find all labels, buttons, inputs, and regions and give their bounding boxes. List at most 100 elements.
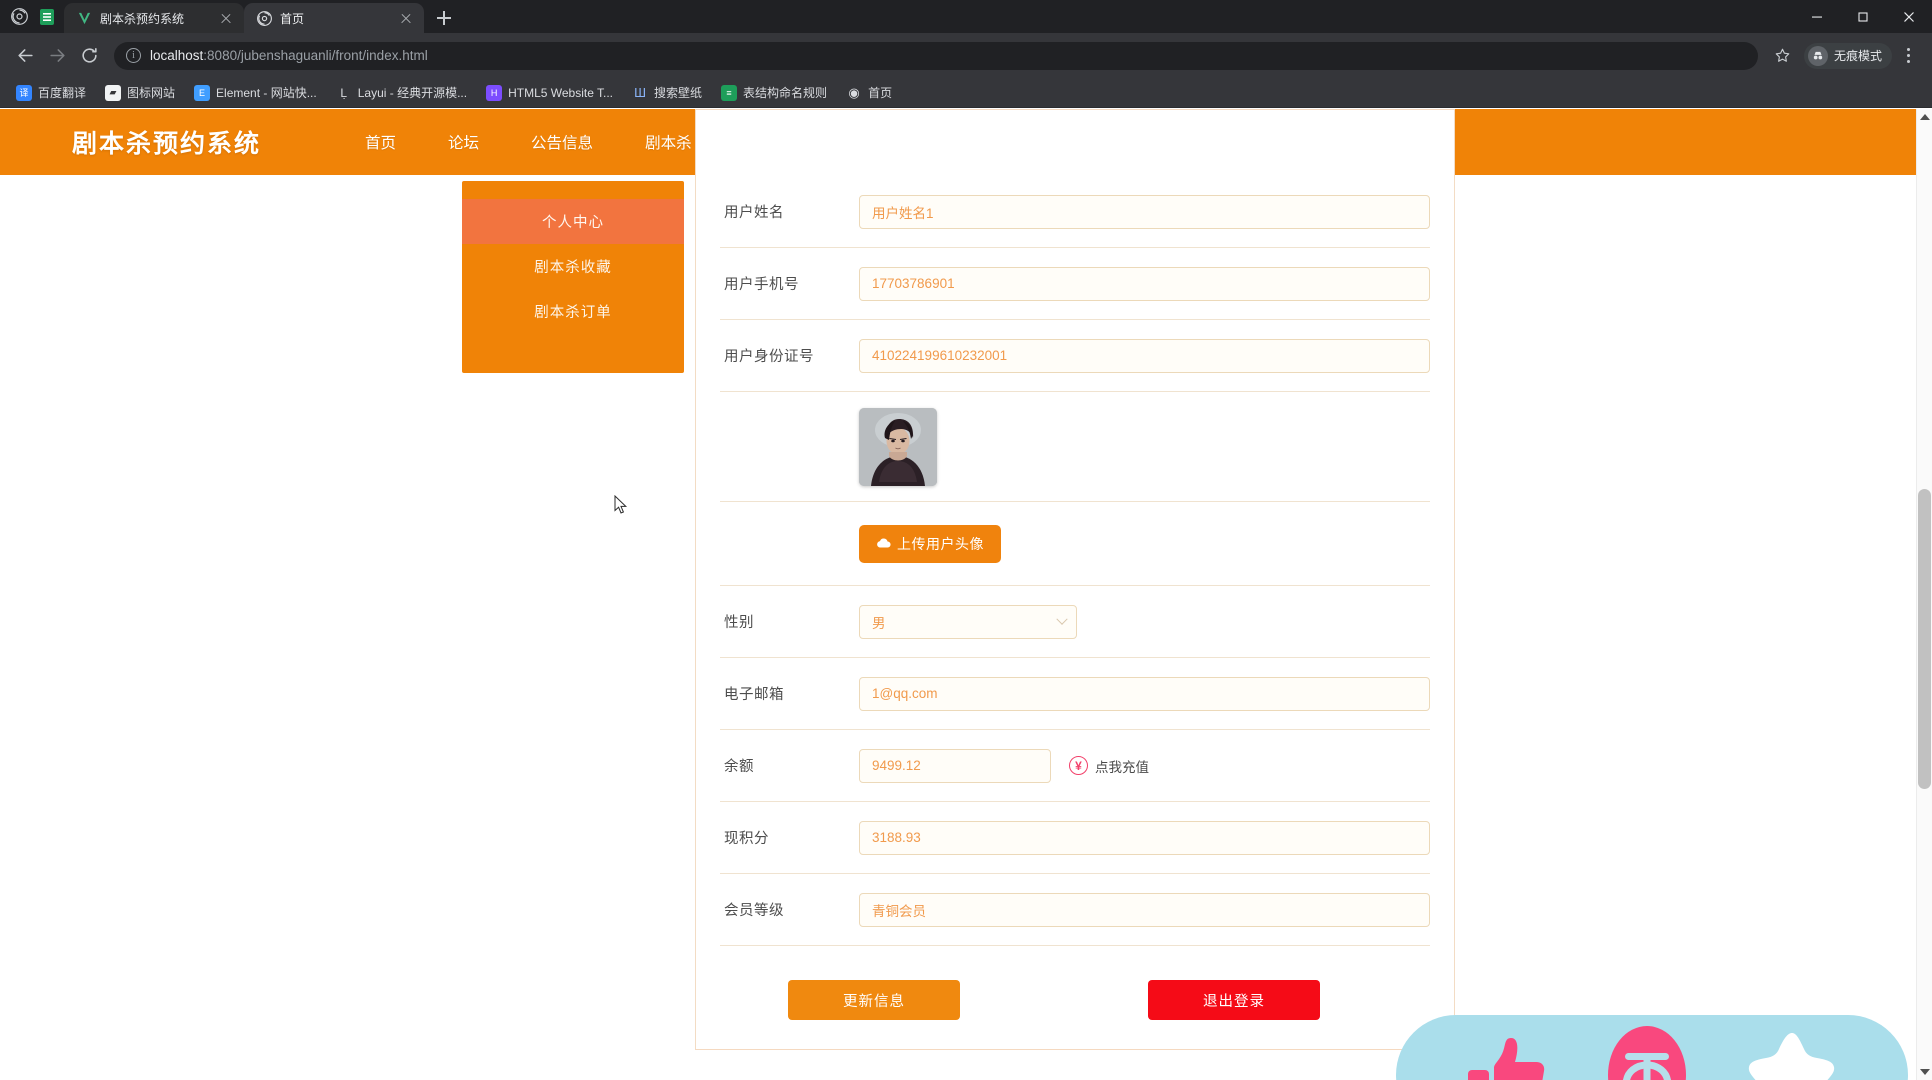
chrome-logo-icon — [6, 4, 32, 30]
baidu-translate-icon: 译 — [16, 84, 32, 101]
logout-button[interactable]: 退出登录 — [1148, 980, 1320, 1020]
level-input[interactable]: 青铜会员 — [859, 892, 1430, 927]
gender-label: 性别 — [724, 615, 754, 631]
browser-tab-strip: 剧本杀预约系统 首页 — [0, 0, 1932, 33]
recharge-link[interactable]: ¥ 点我充值 — [1069, 756, 1149, 776]
browser-tab-1-title: 剧本杀预约系统 — [100, 11, 185, 26]
window-maximize-button[interactable] — [1840, 0, 1886, 33]
balance-input[interactable]: 9499.12 — [859, 748, 1051, 783]
bookmark-item[interactable]: Ḷ Layui - 经典开源模... — [328, 81, 475, 105]
form-row-email: 电子邮箱 1@qq.com — [720, 658, 1430, 730]
name-input[interactable]: 用户姓名1 — [859, 194, 1430, 229]
form-row-avatar — [720, 392, 1430, 502]
table-naming-icon: ≡ — [721, 84, 738, 101]
browser-menu-icon[interactable] — [1894, 42, 1922, 70]
nav-item-home[interactable]: 首页 — [339, 131, 422, 153]
scroll-down-arrow-icon[interactable] — [1920, 1069, 1930, 1075]
points-input[interactable]: 3188.93 — [859, 820, 1430, 855]
bookmark-item[interactable]: 译 百度翻译 — [8, 81, 94, 105]
page-scrollbar[interactable] — [1916, 109, 1932, 1080]
browser-toolbar: i localhost:8080/jubenshaguanli/front/in… — [0, 33, 1932, 78]
bookmark-label: 表结构命名规则 — [743, 86, 828, 100]
browser-tab-1[interactable]: 剧本杀预约系统 — [64, 3, 244, 33]
sheets-app-icon[interactable] — [34, 4, 60, 30]
bookmark-star-icon[interactable] — [1768, 41, 1798, 71]
sidebar-item-label: 剧本杀订单 — [534, 305, 612, 321]
chevron-down-icon — [1056, 613, 1068, 625]
form-row-balance: 余额 9499.12 ¥ 点我充值 — [720, 730, 1430, 802]
window-controls — [1794, 0, 1932, 33]
window-minimize-button[interactable] — [1794, 0, 1840, 33]
scroll-up-arrow-icon[interactable] — [1920, 114, 1930, 120]
address-bar-path: :8080/jubenshaguanli/front/index.html — [203, 48, 428, 63]
address-bar-url: localhost:8080/jubenshaguanli/front/inde… — [150, 48, 428, 63]
sidebar-item-orders[interactable]: 剧本杀订单 — [462, 289, 684, 334]
window-close-button[interactable] — [1886, 0, 1932, 33]
address-bar[interactable]: i localhost:8080/jubenshaguanli/front/in… — [114, 41, 1758, 70]
bookmark-item[interactable]: E Element - 网站快... — [186, 81, 325, 105]
bookmark-label: 图标网站 — [127, 86, 176, 100]
site-brand[interactable]: 剧本杀预约系统 — [72, 124, 261, 160]
nav-item-announcements[interactable]: 公告信息 — [505, 131, 619, 153]
bookmark-label: Element - 网站快... — [216, 86, 317, 100]
bookmark-label: 百度翻译 — [38, 86, 87, 100]
back-icon[interactable] — [10, 41, 40, 71]
avatar[interactable] — [859, 407, 937, 486]
bookmark-label: Layui - 经典开源模... — [357, 86, 468, 100]
user-center-sidebar: 个人中心 剧本杀收藏 剧本杀订单 — [462, 181, 684, 373]
browser-tab-1-close-icon[interactable] — [218, 10, 234, 26]
incognito-badge[interactable]: 无痕模式 — [1803, 42, 1892, 69]
name-label: 用户姓名 — [724, 205, 784, 221]
sidebar-item-label: 剧本杀收藏 — [534, 260, 612, 276]
idcard-label: 用户身份证号 — [724, 349, 814, 365]
wallpaper-search-icon: Ш — [634, 85, 646, 100]
idcard-input[interactable]: 410224199610232001 — [859, 338, 1430, 373]
profile-form-card: 用户姓名 用户姓名1 用户手机号 17703786901 用户身份证号 4102… — [695, 109, 1455, 1050]
incognito-label: 无痕模式 — [1833, 49, 1882, 63]
sidebar-item-favorites[interactable]: 剧本杀收藏 — [462, 244, 684, 289]
bookmark-item[interactable]: ≡ 表结构命名规则 — [713, 81, 835, 105]
update-info-button[interactable]: 更新信息 — [788, 980, 960, 1020]
form-row-name: 用户姓名 用户姓名1 — [720, 176, 1430, 248]
form-row-points: 现积分 3188.93 — [720, 802, 1430, 874]
page-scrollbar-thumb[interactable] — [1918, 489, 1931, 789]
reward-icon — [1607, 1023, 1687, 1080]
thumbs-up-icon — [1466, 1032, 1548, 1080]
bookmark-item[interactable]: Ш 搜索壁纸 — [624, 81, 710, 105]
screenshot-root: 剧本杀预约系统 首页 i localhost:8080/jubenshaguan… — [0, 0, 1932, 1080]
upload-avatar-button[interactable]: 上传用户头像 — [859, 524, 1001, 563]
points-label: 现积分 — [724, 831, 769, 847]
bookmark-item[interactable]: H HTML5 Website T... — [478, 81, 621, 105]
star-icon — [1746, 1031, 1838, 1080]
browser-tab-2-close-icon[interactable] — [398, 10, 414, 26]
phone-label: 用户手机号 — [724, 277, 799, 293]
gender-value: 男 — [872, 615, 886, 631]
page-viewport: 剧本杀预约系统 首页 论坛 公告信息 剧本杀 个人中心 后台管理 个人中心 剧本… — [0, 109, 1932, 1080]
csdn-watermark-widget — [1396, 1015, 1908, 1080]
form-actions: 更新信息 退出登录 — [720, 946, 1430, 1020]
homepage-icon: ◉ — [848, 84, 860, 100]
form-row-level: 会员等级 青铜会员 — [720, 874, 1430, 946]
bookmark-item[interactable]: ◉ 首页 — [838, 81, 900, 105]
recharge-label: 点我充值 — [1095, 759, 1149, 775]
reload-icon[interactable] — [74, 41, 104, 71]
folder-icon: ▰ — [105, 84, 122, 101]
form-row-phone: 用户手机号 17703786901 — [720, 248, 1430, 320]
form-row-idcard: 用户身份证号 410224199610232001 — [720, 320, 1430, 392]
chrome-icon — [256, 10, 272, 26]
bookmark-label: HTML5 Website T... — [508, 85, 614, 100]
email-input[interactable]: 1@qq.com — [859, 676, 1430, 711]
bookmark-item[interactable]: ▰ 图标网站 — [97, 81, 183, 105]
html5-template-icon: H — [486, 84, 503, 101]
level-label: 会员等级 — [724, 903, 784, 919]
site-info-icon[interactable]: i — [126, 48, 141, 63]
browser-tab-2[interactable]: 首页 — [244, 3, 424, 33]
new-tab-button[interactable] — [430, 4, 458, 32]
forward-icon[interactable] — [42, 41, 72, 71]
sidebar-item-user-center[interactable]: 个人中心 — [462, 199, 684, 244]
balance-label: 余额 — [724, 759, 754, 775]
bookmark-label: 首页 — [868, 86, 893, 100]
phone-input[interactable]: 17703786901 — [859, 266, 1430, 301]
nav-item-forum[interactable]: 论坛 — [422, 131, 505, 153]
gender-select[interactable]: 男 — [859, 604, 1077, 639]
